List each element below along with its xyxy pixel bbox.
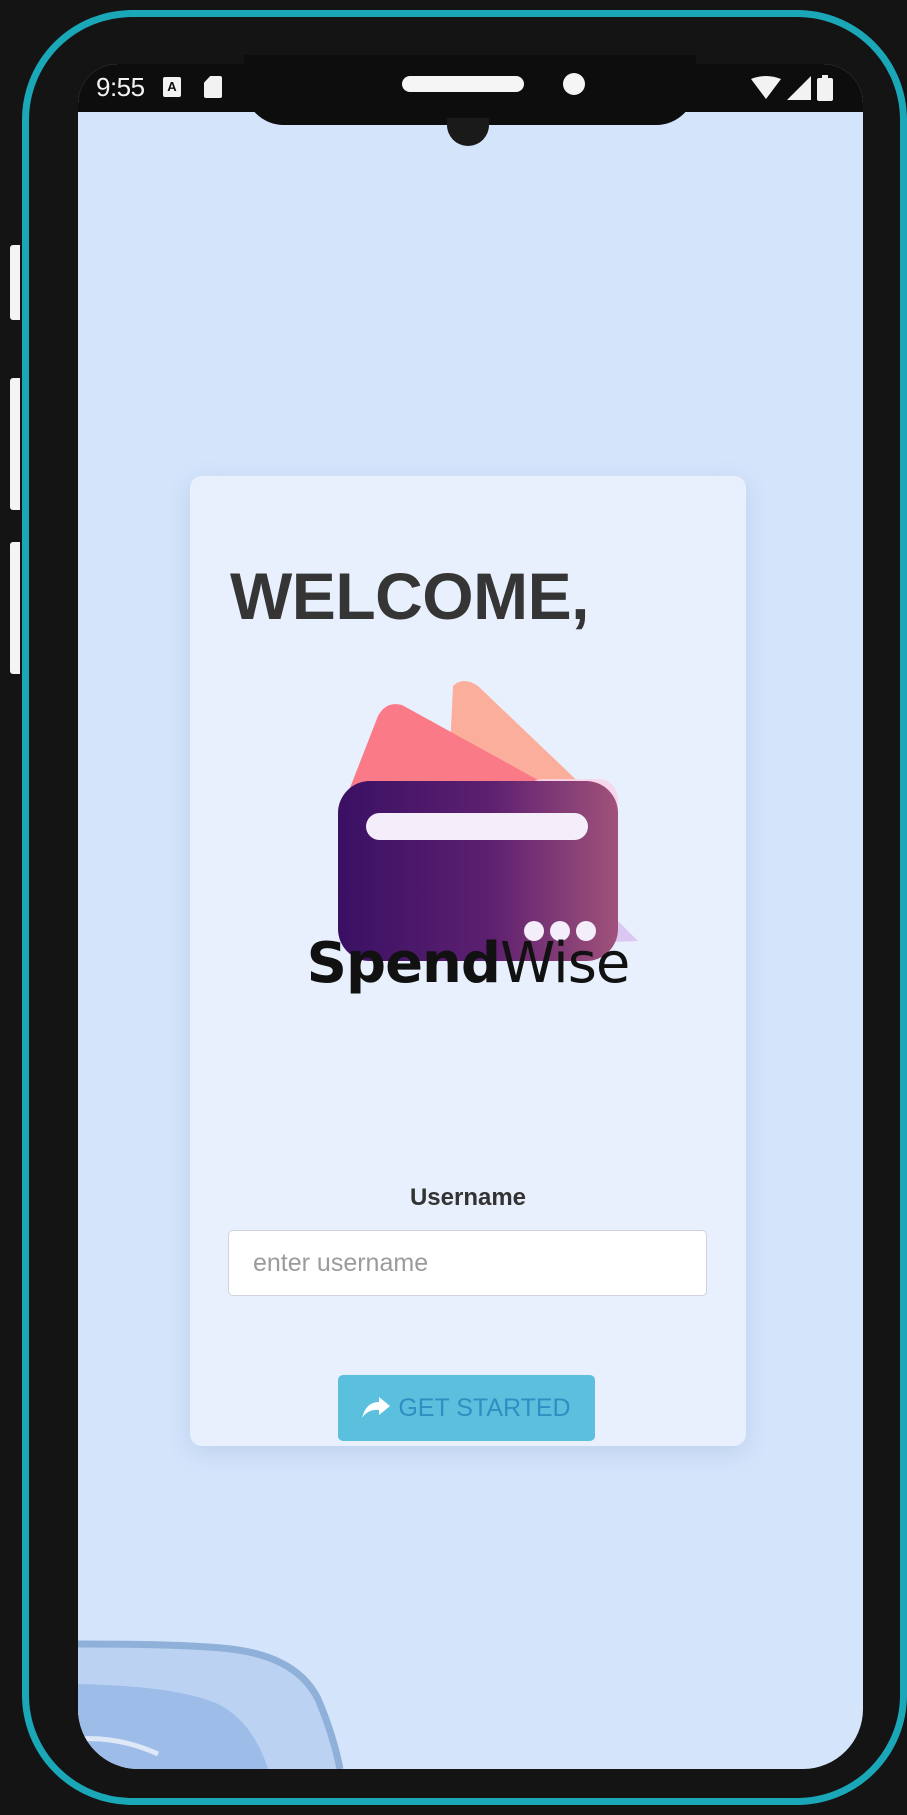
side-button-top bbox=[10, 245, 20, 320]
logo-brand-text: SpendWise bbox=[298, 931, 638, 996]
front-camera bbox=[563, 73, 585, 95]
share-arrow-icon bbox=[362, 1397, 391, 1418]
volume-up-button bbox=[10, 378, 20, 510]
status-right-icons bbox=[751, 74, 833, 102]
status-time: 9:55 bbox=[96, 72, 145, 102]
wifi-icon bbox=[751, 76, 781, 99]
volume-down-button bbox=[10, 542, 20, 674]
username-label: Username bbox=[409, 1184, 527, 1211]
logo-brand-part1: Spend bbox=[306, 931, 501, 996]
signal-icon bbox=[787, 76, 811, 100]
logo-brand-part2: Wise bbox=[500, 931, 630, 996]
username-input[interactable] bbox=[228, 1230, 707, 1296]
sd-card-icon bbox=[204, 76, 222, 98]
get-started-button[interactable]: GET STARTED bbox=[338, 1375, 595, 1441]
decorative-corner-shape bbox=[78, 1640, 344, 1769]
earpiece-speaker bbox=[402, 76, 524, 92]
spendwise-logo: SpendWise bbox=[298, 681, 638, 1001]
welcome-heading: WELCOME, bbox=[230, 559, 589, 633]
phone-screen: 9:55 A WELCOME, SpendWise Username enter… bbox=[78, 64, 863, 1769]
get-started-label: GET STARTED bbox=[398, 1393, 571, 1422]
a-notification-icon: A bbox=[163, 77, 181, 97]
battery-icon bbox=[817, 75, 833, 101]
login-card: WELCOME, SpendWise Username enter userna… bbox=[190, 476, 746, 1446]
